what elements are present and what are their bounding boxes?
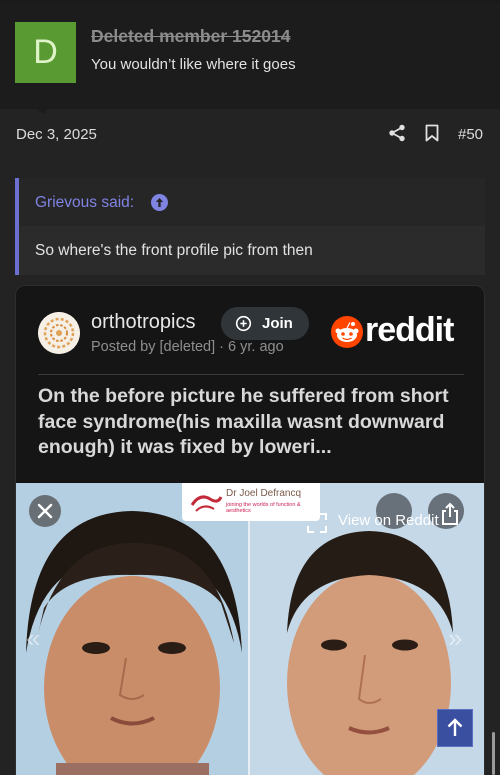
- member-header: D Deleted member 152014 You wouldn’t lik…: [0, 4, 500, 114]
- posted-by: Posted by [deleted] · 6 yr. ago: [91, 339, 284, 355]
- bookmark-icon[interactable]: [424, 124, 440, 142]
- post-date[interactable]: Dec 3, 2025: [16, 126, 97, 143]
- post-headline[interactable]: On the before picture he suffered from s…: [38, 384, 470, 461]
- reddit-wordmark: reddit: [365, 311, 454, 349]
- reddit-embed: orthotropics Join Posted by [deleted] · …: [15, 285, 485, 775]
- quote-block: Grievous said: So where's the front prof…: [15, 178, 485, 275]
- embed-divider: [38, 374, 464, 375]
- jump-to-quote-icon[interactable]: [151, 194, 168, 211]
- quote-header: Grievous said:: [19, 178, 485, 226]
- scrollbar[interactable]: [492, 732, 495, 775]
- view-on-reddit-link[interactable]: View on Reddit: [306, 502, 466, 536]
- reddit-logo[interactable]: reddit: [331, 311, 466, 350]
- share-icon[interactable]: [388, 124, 406, 142]
- expand-icon: [307, 513, 327, 533]
- share-upload-icon: [442, 502, 458, 525]
- subreddit-avatar[interactable]: [38, 312, 80, 354]
- close-button[interactable]: [29, 495, 61, 527]
- reddit-snoo-icon: [331, 316, 363, 348]
- watermark-logo-icon: [190, 495, 223, 512]
- subreddit-name[interactable]: orthotropics: [91, 311, 196, 334]
- scroll-to-top-button[interactable]: [437, 709, 473, 747]
- join-button[interactable]: Join: [221, 307, 309, 340]
- close-icon: [37, 503, 53, 519]
- previous-image-chevron-icon[interactable]: «: [26, 623, 40, 654]
- avatar[interactable]: D: [15, 22, 76, 83]
- post-meta: Dec 3, 2025 #50: [0, 110, 500, 158]
- photo-split-line: [248, 483, 250, 775]
- plus-circle-icon: [235, 315, 252, 332]
- user-title: You wouldn’t like where it goes: [91, 56, 296, 73]
- join-label: Join: [262, 315, 293, 332]
- view-on-reddit-label: View on Reddit: [338, 512, 439, 529]
- next-image-chevron-icon[interactable]: »: [448, 623, 462, 654]
- post-number-link[interactable]: #50: [458, 126, 483, 143]
- username[interactable]: Deleted member 152014: [91, 26, 290, 47]
- post-image[interactable]: Dr Joel Defrancq joining the worlds of f…: [16, 483, 484, 775]
- watermark-badge: Dr Joel Defrancq joining the worlds of f…: [182, 483, 320, 521]
- quote-text: So where's the front profile pic from th…: [35, 242, 313, 259]
- arrow-up-icon: [447, 718, 463, 736]
- quote-author[interactable]: Grievous said:: [35, 194, 134, 212]
- watermark-name: Dr Joel Defrancq: [226, 488, 302, 499]
